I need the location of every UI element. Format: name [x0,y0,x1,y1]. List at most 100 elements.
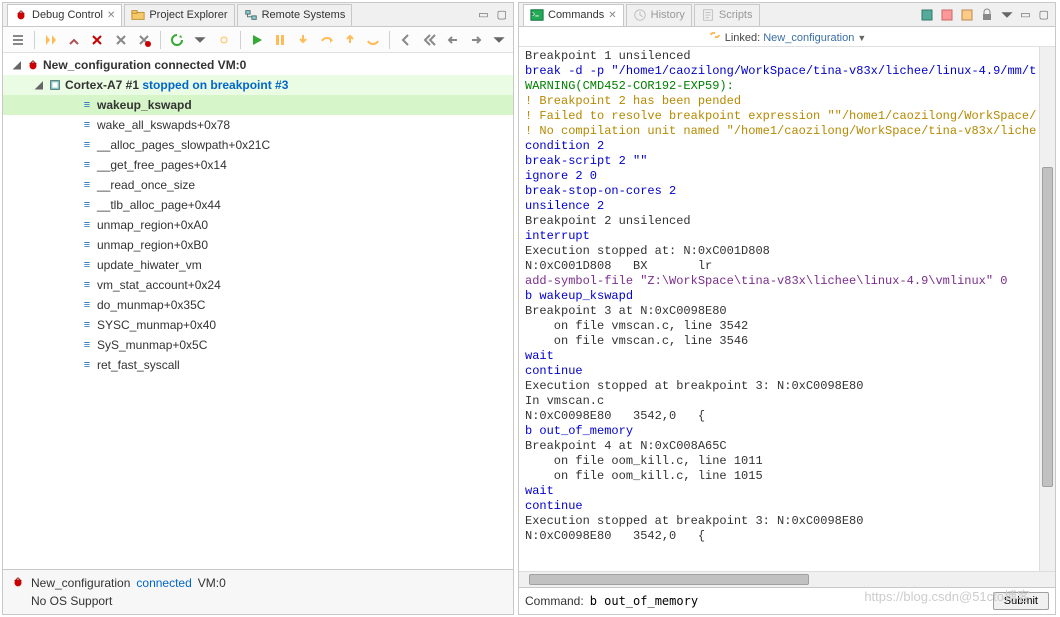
dropdown-icon[interactable] [192,31,209,49]
stack-frame[interactable]: ≡wake_all_kswapds+0x78 [3,115,513,135]
console-line: break -d -p "/home1/caozilong/WorkSpace/… [525,64,1049,79]
status-state[interactable]: connected [136,576,191,590]
stack-frame[interactable]: ≡vm_stat_account+0x24 [3,275,513,295]
tab-project-explorer[interactable]: Project Explorer [124,4,234,26]
tab-label: Commands [548,9,604,21]
tab-history[interactable]: History [626,4,692,26]
stack-frame[interactable]: ≡unmap_region+0xB0 [3,235,513,255]
linked-indicator[interactable]: Linked: New_configuration ▼ [519,27,1055,47]
disconnect-button[interactable] [112,31,129,49]
pause-button[interactable] [272,31,289,49]
console-line: unsilence 2 [525,199,1049,214]
close-icon[interactable]: ✕ [608,10,616,21]
frame-label: __get_free_pages+0x14 [97,158,227,172]
console-line: In vmscan.c [525,394,1049,409]
step-into-button[interactable] [295,31,312,49]
console-line: add-symbol-file "Z:\WorkSpace\tina-v83x\… [525,274,1049,289]
stack-icon: ≡ [79,357,95,373]
collapse-all-button[interactable] [9,31,26,49]
step-out-button[interactable] [341,31,358,49]
suspend-button[interactable] [66,31,83,49]
console-output[interactable]: Breakpoint 1 unsilencedbreak -d -p "/hom… [519,47,1055,571]
command-input-row: Command: Submit [519,587,1055,614]
debug-tree[interactable]: ◢New_configuration connected VM:0◢Cortex… [3,53,513,569]
tab-remote-systems[interactable]: Remote Systems [237,4,353,26]
stack-icon: ≡ [79,137,95,153]
stack-frame[interactable]: ≡unmap_region+0xA0 [3,215,513,235]
horizontal-scrollbar[interactable] [519,571,1055,587]
status-vm: VM:0 [198,576,226,590]
maximize-icon[interactable]: ▢ [495,8,509,21]
refresh-button[interactable] [169,31,186,49]
stack-frame[interactable]: ≡__tlb_alloc_page+0x44 [3,195,513,215]
stack-frame[interactable]: ≡wakeup_kswapd [3,95,513,115]
console-line: break-stop-on-cores 2 [525,184,1049,199]
console-line: b out_of_memory [525,424,1049,439]
stack-frame[interactable]: ≡ret_fast_syscall [3,355,513,375]
frame-label: SYSC_munmap+0x40 [97,318,216,332]
stack-frame[interactable]: ≡__alloc_pages_slowpath+0x21C [3,135,513,155]
remote-icon [244,8,258,22]
save-icon[interactable] [918,6,936,24]
history-fwd-button[interactable] [467,31,484,49]
dropdown-icon[interactable] [998,6,1016,24]
cpu-label: Cortex-A7 #1 stopped on breakpoint #3 [65,78,288,92]
resume-button[interactable] [43,31,60,49]
run-button[interactable] [249,31,266,49]
stack-frame[interactable]: ≡__read_once_size [3,175,513,195]
prev-button[interactable] [398,31,415,49]
stack-icon: ≡ [79,217,95,233]
history-icon [633,8,647,22]
terminate-button[interactable] [89,31,106,49]
step-instruction-button[interactable] [364,31,381,49]
minimize-icon[interactable]: ▭ [1018,8,1032,21]
scrollbar-thumb[interactable] [1042,167,1053,487]
commands-pane: Commands ✕ History Scripts [518,2,1056,615]
console-line: WARNING(CMD452-COR192-EXP59): [525,79,1049,94]
stack-frame[interactable]: ≡SyS_munmap+0x5C [3,335,513,355]
history-back-button[interactable] [444,31,461,49]
frame-label: vm_stat_account+0x24 [97,278,221,292]
vertical-scrollbar[interactable] [1039,47,1055,571]
tab-debug-control[interactable]: Debug Control ✕ [7,4,122,26]
left-tabbar: Debug Control ✕ Project Explorer Remote … [3,3,513,27]
remove-all-button[interactable] [135,31,152,49]
tab-scripts[interactable]: Scripts [694,4,760,26]
tree-root[interactable]: ◢New_configuration connected VM:0 [3,55,513,75]
stack-frame[interactable]: ≡__get_free_pages+0x14 [3,155,513,175]
linked-label: Linked: [725,32,764,44]
tab-commands[interactable]: Commands ✕ [523,4,624,26]
clear-icon[interactable] [958,6,976,24]
frame-label: unmap_region+0xB0 [97,238,208,252]
tree-cpu[interactable]: ◢Cortex-A7 #1 stopped on breakpoint #3 [3,75,513,95]
stack-icon: ≡ [79,297,95,313]
bug-icon [11,575,25,592]
console-line: wait [525,484,1049,499]
view-menu-button[interactable] [490,31,507,49]
link-button[interactable] [215,31,232,49]
bug-icon [14,8,28,22]
chevron-down-icon[interactable]: ▼ [857,33,866,43]
step-over-button[interactable] [318,31,335,49]
minimize-icon[interactable]: ▭ [476,8,490,21]
stack-frame[interactable]: ≡do_munmap+0x35C [3,295,513,315]
stack-frame[interactable]: ≡SYSC_munmap+0x40 [3,315,513,335]
bug-icon [25,57,41,73]
console-line: ! Failed to resolve breakpoint expressio… [525,109,1049,124]
submit-button[interactable]: Submit [993,592,1049,610]
command-label: Command: [525,594,584,608]
console-line: ! No compilation unit named "/home1/caoz… [525,124,1049,139]
console-line: Breakpoint 3 at N:0xC0098E80 [525,304,1049,319]
linked-target[interactable]: New_configuration [763,32,854,44]
scrollbar-thumb[interactable] [529,574,809,585]
rewind-button[interactable] [421,31,438,49]
stack-icon: ≡ [79,177,95,193]
command-input[interactable] [590,594,987,608]
stack-icon: ≡ [79,317,95,333]
close-icon[interactable]: ✕ [107,10,115,21]
scroll-lock-icon[interactable] [978,6,996,24]
console-line: Execution stopped at breakpoint 3: N:0xC… [525,379,1049,394]
maximize-icon[interactable]: ▢ [1037,8,1051,21]
stack-frame[interactable]: ≡update_hiwater_vm [3,255,513,275]
export-icon[interactable] [938,6,956,24]
